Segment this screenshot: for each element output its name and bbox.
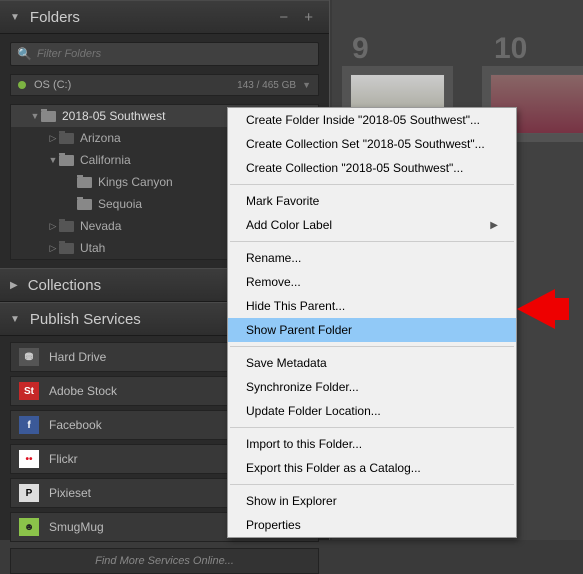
chevron-right-icon: ▶ — [490, 220, 498, 231]
drive-stats: 143 / 465 GB — [237, 80, 296, 91]
menu-item-label: Export this Folder as a Catalog... — [246, 461, 421, 475]
menu-item[interactable]: Create Collection "2018-05 Southwest"... — [228, 156, 516, 180]
menu-item-label: Add Color Label — [246, 218, 332, 232]
menu-item-label: Create Collection Set "2018-05 Southwest… — [246, 137, 485, 151]
filter-folders-input[interactable]: 🔍 — [10, 42, 319, 66]
service-label: Pixieset — [49, 486, 91, 500]
menu-item-label: Save Metadata — [246, 356, 327, 370]
drive-status-icon — [18, 81, 26, 89]
tree-arrow-icon[interactable]: ▷ — [47, 243, 59, 254]
folder-icon — [41, 111, 56, 122]
service-icon: •• — [19, 450, 39, 468]
menu-item[interactable]: Create Collection Set "2018-05 Southwest… — [228, 132, 516, 156]
menu-item[interactable]: Import to this Folder... — [228, 432, 516, 456]
tree-arrow-icon[interactable]: ▷ — [47, 133, 59, 144]
filter-field[interactable] — [37, 48, 312, 60]
menu-item[interactable]: Hide This Parent... — [228, 294, 516, 318]
menu-separator — [230, 427, 514, 428]
cell-number: 10 — [494, 32, 527, 66]
service-label: Hard Drive — [49, 350, 106, 364]
plus-minus-icon[interactable]: − + — [279, 9, 319, 26]
menu-separator — [230, 184, 514, 185]
menu-item[interactable]: Show Parent Folder — [228, 318, 516, 342]
service-label: Facebook — [49, 418, 102, 432]
service-label: SmugMug — [49, 520, 104, 534]
service-label: Flickr — [49, 452, 78, 466]
cell-number: 9 — [352, 32, 369, 66]
service-icon: St — [19, 382, 39, 400]
menu-item[interactable]: Export this Folder as a Catalog... — [228, 456, 516, 480]
section-title: Folders — [30, 9, 279, 26]
menu-item-label: Show Parent Folder — [246, 323, 352, 337]
menu-separator — [230, 241, 514, 242]
menu-item-label: Remove... — [246, 275, 301, 289]
service-icon: P — [19, 484, 39, 502]
menu-item-label: Import to this Folder... — [246, 437, 362, 451]
menu-item-label: Mark Favorite — [246, 194, 319, 208]
menu-item-label: Update Folder Location... — [246, 404, 381, 418]
chevron-down-icon: ▼ — [10, 314, 20, 325]
menu-item[interactable]: Show in Explorer — [228, 489, 516, 513]
folder-icon — [59, 155, 74, 166]
menu-item[interactable]: Rename... — [228, 246, 516, 270]
service-label: Adobe Stock — [49, 384, 117, 398]
menu-item[interactable]: Add Color Label ▶ — [228, 213, 516, 237]
service-icon: f — [19, 416, 39, 434]
menu-item-label: Hide This Parent... — [246, 299, 345, 313]
arrow-annotation — [517, 289, 555, 329]
menu-item-label: Rename... — [246, 251, 301, 265]
chevron-down-icon[interactable]: ▼ — [302, 80, 311, 90]
menu-item[interactable]: Mark Favorite — [228, 189, 516, 213]
drive-row[interactable]: OS (C:) 143 / 465 GB ▼ — [10, 74, 319, 96]
chevron-down-icon: ▼ — [10, 12, 20, 23]
menu-separator — [230, 484, 514, 485]
menu-item-label: Show in Explorer — [246, 494, 337, 508]
tree-arrow-icon[interactable]: ▷ — [47, 221, 59, 232]
folder-icon — [77, 199, 92, 210]
context-menu: Create Folder Inside "2018-05 Southwest"… — [227, 107, 517, 538]
find-more-services-button[interactable]: Find More Services Online... — [10, 548, 319, 574]
folder-icon — [59, 243, 74, 254]
menu-item-label: Synchronize Folder... — [246, 380, 359, 394]
search-icon: 🔍 — [17, 47, 32, 61]
service-icon: ⛃ — [19, 348, 39, 366]
menu-item-label: Create Folder Inside "2018-05 Southwest"… — [246, 113, 480, 127]
service-icon: ☻ — [19, 518, 39, 536]
tree-arrow-icon[interactable]: ▼ — [47, 155, 59, 165]
chevron-right-icon: ▶ — [10, 280, 18, 291]
drive-name: OS (C:) — [34, 79, 237, 91]
folder-icon — [59, 221, 74, 232]
folders-header[interactable]: ▼ Folders − + — [0, 0, 329, 34]
menu-item[interactable]: Properties — [228, 513, 516, 537]
menu-item[interactable]: Create Folder Inside "2018-05 Southwest"… — [228, 108, 516, 132]
tree-arrow-icon[interactable]: ▼ — [29, 111, 41, 121]
folder-icon — [59, 133, 74, 144]
folder-icon — [77, 177, 92, 188]
menu-item[interactable]: Synchronize Folder... — [228, 375, 516, 399]
menu-separator — [230, 346, 514, 347]
menu-item[interactable]: Save Metadata — [228, 351, 516, 375]
menu-item-label: Create Collection "2018-05 Southwest"... — [246, 161, 463, 175]
menu-item[interactable]: Remove... — [228, 270, 516, 294]
menu-item[interactable]: Update Folder Location... — [228, 399, 516, 423]
menu-item-label: Properties — [246, 518, 301, 532]
